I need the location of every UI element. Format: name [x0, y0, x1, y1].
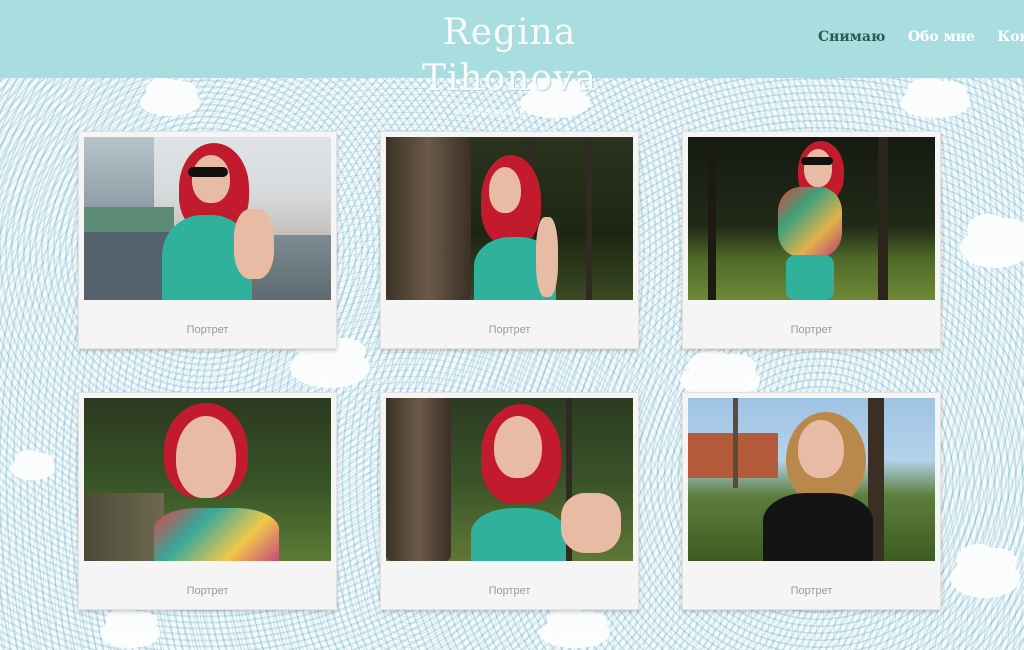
card-caption: Портрет — [790, 585, 833, 597]
card-caption: Портрет — [488, 585, 531, 597]
portfolio-photo[interactable] — [84, 137, 331, 300]
portfolio-card[interactable]: Портрет — [682, 131, 941, 349]
card-caption: Портрет — [488, 324, 531, 336]
portfolio-photo[interactable] — [386, 398, 633, 561]
portfolio-photo[interactable] — [688, 137, 935, 300]
portfolio-card[interactable]: Портрет — [380, 392, 639, 610]
portfolio-photo[interactable] — [84, 398, 331, 561]
portfolio-photo[interactable] — [688, 398, 935, 561]
card-caption: Портрет — [186, 585, 229, 597]
portfolio-card[interactable]: Портрет — [682, 392, 941, 610]
portfolio-card[interactable]: Портрет — [78, 392, 337, 610]
portfolio-card[interactable]: Портрет — [78, 131, 337, 349]
portfolio-card[interactable]: Портрет — [380, 131, 639, 349]
portfolio-photo[interactable] — [386, 137, 633, 300]
portfolio-grid: Портрет Портрет Портрет Портрет Портрет … — [0, 0, 1024, 650]
card-caption: Портрет — [790, 324, 833, 336]
card-caption: Портрет — [186, 324, 229, 336]
